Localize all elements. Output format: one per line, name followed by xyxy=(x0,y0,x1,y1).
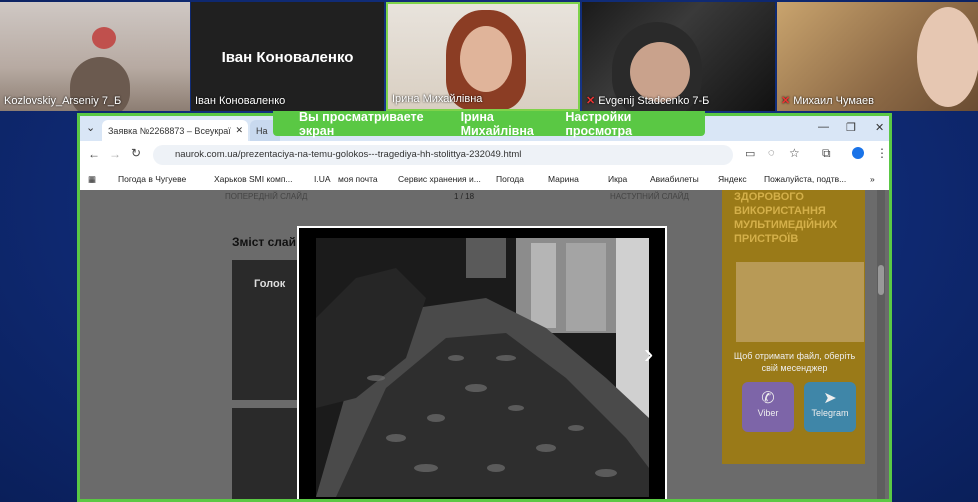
telegram-icon: ➤ xyxy=(823,390,837,407)
participant-name: Evgenij Stadcenko 7-Б xyxy=(598,94,710,107)
participant-name: Михаил Чумаев xyxy=(793,94,874,107)
star-icon[interactable]: ☆ xyxy=(789,146,800,160)
image-lightbox xyxy=(297,226,667,499)
scrollbar[interactable] xyxy=(877,190,885,499)
bookmark-item[interactable]: Яндекс xyxy=(718,174,747,184)
eye-off-icon[interactable]: ◌ xyxy=(768,147,775,159)
bookmark-item[interactable]: I.UA xyxy=(314,174,331,184)
telegram-button[interactable]: ➤ Telegram xyxy=(804,382,856,432)
participant-tile[interactable]: Іван Коноваленко Іван Коноваленко xyxy=(191,2,384,111)
extensions-icon[interactable]: ⧉ xyxy=(822,146,831,161)
browser-tab-active[interactable]: Заявка №2268873 – Всеукраї ✕ xyxy=(102,120,248,141)
close-window-icon[interactable]: ✕ xyxy=(875,121,884,134)
thumbnail-title: Голок xyxy=(254,278,286,290)
cast-icon[interactable]: ▭ xyxy=(745,147,755,160)
slide-thumbnail[interactable] xyxy=(232,408,302,499)
mic-off-icon: ✕ xyxy=(781,95,791,107)
viber-button[interactable]: ✆ Viber xyxy=(742,382,794,432)
more-bookmarks-icon[interactable]: » xyxy=(870,174,875,184)
url-text: naurok.com.ua/prezentaciya-na-temu-golok… xyxy=(175,149,522,160)
reload-icon[interactable]: ↻ xyxy=(131,146,141,160)
address-bar: ← → ↻ naurok.com.ua/prezentaciya-na-temu… xyxy=(80,141,889,169)
ad-heading: ЗДОРОВОГО ВИКОРИСТАННЯ МУЛЬТИМЕДІЙНИХ ПР… xyxy=(734,191,838,245)
restore-icon[interactable]: ❐ xyxy=(846,121,856,134)
viber-icon: ✆ xyxy=(761,390,775,407)
participant-strip: Kozlovskiy_Arseniy 7_Б Іван Коноваленко … xyxy=(0,0,978,113)
next-slide-link[interactable]: НАСТУПНИЙ СЛАЙД xyxy=(610,192,689,201)
slide-counter: 1 / 18 xyxy=(454,192,475,201)
bookmark-item[interactable]: Марина xyxy=(548,174,579,184)
share-message: Вы просматриваете экран xyxy=(299,109,424,138)
participant-name: Kozlovskiy_Arseniy 7_Б xyxy=(4,95,122,107)
historical-photo xyxy=(316,238,649,497)
forward-icon[interactable]: → xyxy=(109,147,121,161)
participant-name: Іван Коноваленко xyxy=(195,95,286,107)
bookmark-item[interactable]: Икра xyxy=(608,174,627,184)
screen-share-banner: Вы просматриваете экран Ірина Михайлівна… xyxy=(273,109,705,138)
view-settings-button[interactable]: Настройки просмотра xyxy=(565,110,695,138)
participant-tile-active-speaker[interactable]: Ірина Михайлівна xyxy=(386,2,580,111)
shared-screen: ⌄ Заявка №2268873 – Всеукраї ✕ На — ❐ ✕ … xyxy=(77,113,892,502)
mic-off-icon: ✕ xyxy=(586,95,596,107)
scrollbar-thumb[interactable] xyxy=(878,265,884,295)
bookmark-item[interactable]: Погода xyxy=(496,174,524,184)
apps-icon[interactable]: ▦ xyxy=(88,174,96,185)
photo-graphic xyxy=(316,238,649,497)
tab-title: Заявка №2268873 – Всеукраї xyxy=(108,125,231,136)
bookmark-item[interactable]: Сервис хранения и... xyxy=(398,174,481,184)
presenter-name: Ірина Михайлівна xyxy=(460,109,534,138)
bookmark-item[interactable]: Погода в Чугуеве xyxy=(118,174,186,184)
ad-image xyxy=(736,262,864,342)
participant-name: Ірина Михайлівна xyxy=(392,93,483,105)
messenger-prompt: Щоб отримати файл, оберіть свій месендже… xyxy=(733,351,856,373)
close-tab-icon[interactable]: ✕ xyxy=(235,125,243,136)
url-field[interactable]: naurok.com.ua/prezentaciya-na-temu-golok… xyxy=(153,145,733,165)
back-icon[interactable]: ← xyxy=(88,147,100,161)
participant-tile[interactable]: ✕ Evgenij Stadcenko 7-Б xyxy=(582,2,775,111)
participant-tile[interactable]: ✕ Михаил Чумаев xyxy=(777,2,978,111)
tab-title: На xyxy=(256,125,268,136)
bookmark-item[interactable]: Харьков SMI комп... xyxy=(214,174,293,184)
ad-sidebar: ЗДОРОВОГО ВИКОРИСТАННЯ МУЛЬТИМЕДІЙНИХ ПР… xyxy=(722,190,865,464)
menu-icon[interactable]: ⋮ xyxy=(876,146,888,160)
next-image-icon[interactable]: › xyxy=(644,338,653,370)
bookmark-item[interactable]: моя почта xyxy=(338,174,378,184)
bookmark-item[interactable]: Пожалуйста, подтв... xyxy=(764,174,846,184)
prev-slide-link[interactable]: ПОПЕРЕДНІЙ СЛАЙД xyxy=(225,192,307,201)
telegram-label: Telegram xyxy=(811,408,849,418)
viber-label: Viber xyxy=(757,408,779,418)
tab-list-icon[interactable]: ⌄ xyxy=(86,121,95,134)
slide-thumbnail[interactable]: Голок xyxy=(232,260,302,400)
bookmarks-bar: ▦ Погода в Чугуеве Харьков SMI комп... I… xyxy=(80,169,889,191)
bookmark-item[interactable]: Авиабилеты xyxy=(650,174,699,184)
participant-placeholder-name: Іван Коноваленко xyxy=(221,49,354,66)
minimize-icon[interactable]: — xyxy=(818,121,829,133)
content-heading: Зміст слай xyxy=(232,235,296,249)
participant-tile[interactable]: Kozlovskiy_Arseniy 7_Б xyxy=(0,2,190,111)
profile-avatar[interactable] xyxy=(852,147,864,159)
